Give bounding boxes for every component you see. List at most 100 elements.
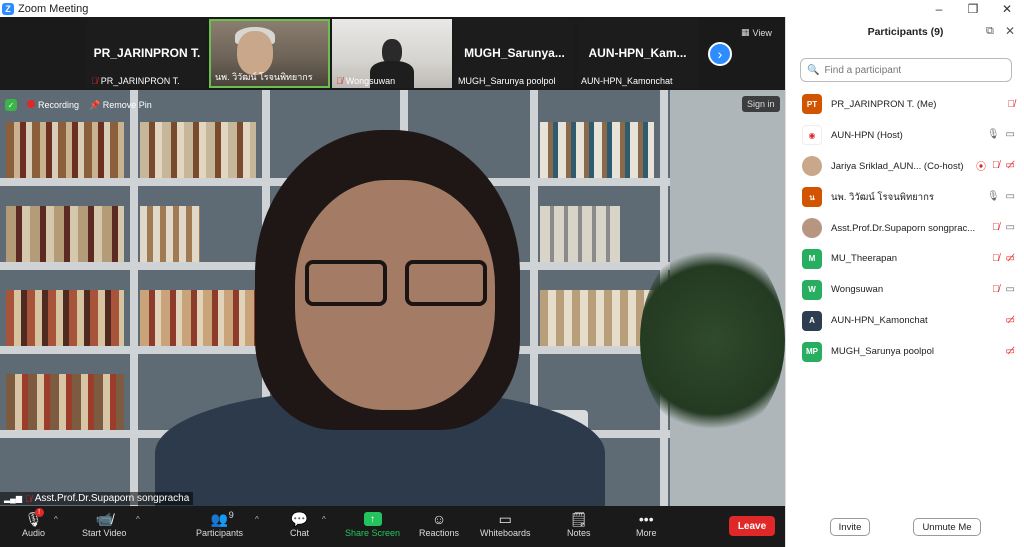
video-camera-off-icon: ▭̸ — [1005, 252, 1015, 264]
security-shield-icon[interactable]: ✓ — [5, 99, 17, 111]
microphone-muted-icon: 🎙̸ — [1007, 98, 1016, 110]
restore-icon[interactable]: ❐ — [956, 0, 990, 17]
video-background — [140, 206, 200, 262]
avatar: A — [802, 310, 822, 331]
participant-row[interactable]: PT PR_JARINPRON T. (Me) 🎙̸ — [786, 89, 1024, 120]
participant-row[interactable]: MP MUGH_Sarunya poolpol ▭̸ — [786, 336, 1024, 367]
video-background — [540, 290, 654, 346]
microphone-icon: 🎙 — [986, 191, 1000, 203]
close-icon[interactable]: ✕ — [990, 0, 1024, 17]
popout-icon[interactable]: ⧉ — [986, 25, 994, 38]
smiley-icon: ☺ — [431, 511, 447, 527]
participant-name: Wongsuwan — [831, 284, 884, 296]
thumbnail-tile[interactable]: MUGH_Sarunya... MUGH_Sarunya poolpol — [454, 19, 575, 88]
video-camera-icon: ▭ — [1005, 191, 1015, 203]
chat-button[interactable]: 💬 Chat — [290, 510, 309, 539]
pin-icon: 📌 — [89, 99, 101, 110]
chat-options-chevron-icon[interactable]: ^ — [322, 510, 326, 528]
avatar — [802, 156, 822, 177]
participant-name: AUN-HPN (Host) — [831, 129, 903, 141]
participant-row[interactable]: A AUN-HPN_Kamonchat ▭̸ — [786, 305, 1024, 336]
video-camera-off-icon: ▭̸ — [1005, 314, 1015, 326]
avatar — [802, 218, 822, 238]
view-button[interactable]: ▦ View — [741, 27, 772, 38]
participants-icon: 👥 9 — [210, 510, 234, 527]
participants-count: 9 — [228, 510, 234, 520]
thumbnail-tile[interactable]: 🎙̸ Wongsuwan — [332, 19, 452, 88]
participant-status-icons: ▭̸ — [1006, 336, 1015, 366]
participant-name: MU_Theerapan — [831, 253, 898, 265]
participant-row[interactable]: ◉ AUN-HPN (Host) 🎙 ▭ — [786, 120, 1024, 151]
search-icon: 🔍 — [807, 64, 820, 76]
mic-muted-icon: 🎙̸ — [336, 76, 343, 86]
more-button[interactable]: ••• More — [636, 510, 657, 538]
microphone-muted-icon: 🎙! — [24, 508, 44, 527]
recording-icon: ⦿ — [976, 162, 987, 174]
unmute-me-button[interactable]: Unmute Me — [913, 518, 981, 536]
active-speaker-video — [0, 90, 785, 506]
remove-pin-button[interactable]: 📌 Remove Pin — [89, 100, 152, 111]
minimize-icon[interactable]: – — [922, 0, 956, 17]
video-options-chevron-icon[interactable]: ^ — [136, 510, 140, 528]
participants-options-chevron-icon[interactable]: ^ — [255, 510, 259, 528]
meeting-status-bar: ✓ Recording 📌 Remove Pin — [5, 99, 152, 111]
participant-row[interactable]: นนพ. วิวัฒน์ โรจนพิทยากร 🎙 ▭ — [786, 182, 1024, 213]
participant-row[interactable]: Jariya Sriklad_AUN... (Co-host) ⦿ 🎙̸ ▭̸ — [786, 151, 1024, 182]
next-page-icon[interactable]: › — [708, 42, 732, 66]
video-background — [6, 290, 124, 346]
participant-row[interactable]: M MU_Theerapan 🎙̸ ▭̸ — [786, 243, 1024, 274]
video-camera-icon: ▭ — [1005, 283, 1015, 295]
participant-search-input[interactable]: 🔍 Find a participant — [800, 58, 1012, 82]
avatar: W — [802, 279, 822, 300]
thumbnail-tile[interactable]: นพ. วิวัฒน์ โรจนพิทยากร — [209, 19, 330, 88]
whiteboard-icon: ▭ — [498, 510, 512, 527]
participant-name: PR_JARINPRON T. (Me) — [831, 98, 937, 110]
thumbnail-big-name: AUN-HPN_Kam... — [588, 46, 687, 60]
avatar: น — [802, 187, 822, 208]
window-titlebar: Z Zoom Meeting – ❐ ✕ — [0, 0, 1024, 17]
video-background — [640, 240, 785, 440]
video-background — [6, 374, 124, 430]
recording-indicator[interactable]: Recording — [27, 100, 79, 110]
thumbnail-label: AUN-HPN_Kamonchat — [581, 76, 673, 86]
start-video-button[interactable]: 📹̸ Start Video — [82, 510, 126, 539]
video-background — [540, 206, 620, 262]
share-screen-button[interactable]: ↑ Share Screen — [345, 510, 400, 538]
sign-in-button[interactable]: Sign in — [742, 96, 780, 112]
invite-button[interactable]: Invite — [830, 518, 870, 536]
participant-row[interactable]: Asst.Prof.Dr.Supaporn songprac... 🎙̸ ▭ — [786, 213, 1024, 244]
thumbnail-big-name: PR_JARINPRON T. — [93, 46, 201, 60]
video-camera-icon: ▭ — [1005, 222, 1015, 234]
record-dot-icon — [27, 100, 35, 108]
close-panel-icon[interactable]: ✕ — [1005, 24, 1015, 38]
thumbnail-tile[interactable]: PR_JARINPRON T. 🎙̸ PR_JARINPRON T. — [87, 19, 207, 88]
ellipsis-icon: ••• — [638, 511, 654, 527]
thumbnail-label: นพ. วิวัฒน์ โรจนพิทยากร — [215, 72, 313, 82]
microphone-icon: 🎙 — [986, 129, 1000, 141]
share-screen-icon: ↑ — [363, 512, 382, 526]
microphone-muted-icon: 🎙̸ — [992, 160, 1000, 172]
window-title: Zoom Meeting — [18, 2, 89, 15]
whiteboards-button[interactable]: ▭ Whiteboards — [480, 510, 531, 539]
notes-icon: 🗒 — [569, 510, 588, 527]
avatar: ◉ — [802, 125, 822, 146]
video-background — [130, 90, 138, 506]
participant-name: Jariya Sriklad_AUN... (Co-host) — [831, 160, 964, 172]
participants-button[interactable]: 👥 9 Participants — [196, 510, 243, 538]
notes-button[interactable]: 🗒 Notes — [567, 510, 591, 539]
participant-status-icons: 🎙̸ ▭ — [992, 274, 1015, 304]
leave-button[interactable]: Leave — [729, 516, 775, 536]
audio-button[interactable]: 🎙! Audio — [22, 508, 45, 538]
audio-options-chevron-icon[interactable]: ^ — [54, 510, 58, 528]
participant-status-icons: 🎙 ▭ — [987, 182, 1015, 212]
participant-row[interactable]: W Wongsuwan 🎙̸ ▭ — [786, 274, 1024, 305]
signal-strength-icon: ▂▄▆ — [4, 494, 22, 503]
thumbnail-strip: PR_JARINPRON T. 🎙̸ PR_JARINPRON T. นพ. ว… — [0, 17, 785, 90]
microphone-muted-icon: 🎙̸ — [992, 283, 1000, 295]
grid-icon: ▦ — [741, 27, 750, 37]
reactions-button[interactable]: ☺ Reactions — [419, 510, 459, 538]
thumbnail-label: 🎙̸ PR_JARINPRON T. — [91, 76, 180, 86]
thumbnail-tile[interactable]: AUN-HPN_Kam... AUN-HPN_Kamonchat — [577, 19, 698, 88]
participants-panel: Participants (9) ⧉ ✕ 🔍 Find a participan… — [785, 17, 1024, 547]
thumbnail-big-name: MUGH_Sarunya... — [464, 46, 565, 60]
